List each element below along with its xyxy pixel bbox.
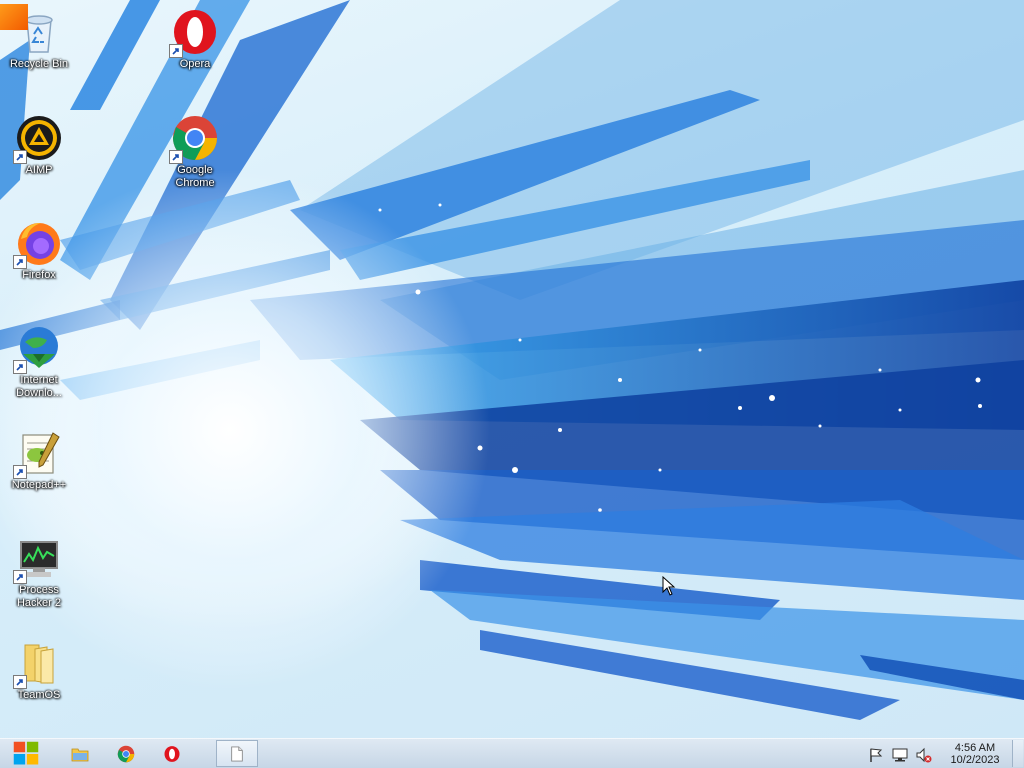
chrome-icon — [117, 745, 135, 763]
network-icon[interactable] — [892, 747, 908, 763]
shortcut-arrow-icon — [169, 150, 183, 164]
desktop-icon-process-hacker[interactable]: Process Hacker 2 — [1, 530, 77, 626]
taskbar: 4:56 AM 10/2/2023 — [0, 738, 1024, 768]
start-button[interactable] — [4, 740, 48, 768]
desktop-icon-label: TeamOS — [17, 689, 61, 701]
desktop-icon-aimp[interactable]: AIMP — [1, 110, 77, 206]
taskbar-pinned-chrome[interactable] — [104, 740, 148, 768]
clock-time: 4:56 AM — [954, 742, 996, 754]
desktop-icon-label: Recycle Bin — [9, 58, 69, 70]
shortcut-arrow-icon — [13, 150, 27, 164]
desktop-icon-label: Firefox — [22, 269, 56, 281]
desktop-icon-label: Notepad++ — [11, 479, 67, 491]
desktop-icon-label: Opera — [179, 58, 211, 70]
desktop-icon-internet-download-manager[interactable]: Internet Downlo... — [1, 320, 77, 416]
desktop[interactable]: Recycle Bin Opera AIMP Google Chrome Fir… — [0, 0, 1024, 738]
wallpaper — [0, 0, 1024, 738]
shortcut-overlay-thumbnail — [0, 4, 28, 30]
taskbar-open-window[interactable] — [216, 740, 258, 767]
clock-date: 10/2/2023 — [950, 754, 1000, 766]
folder-icon — [71, 748, 89, 762]
system-clock[interactable]: 4:56 AM 10/2/2023 — [940, 742, 1010, 766]
volume-muted-icon[interactable] — [916, 747, 932, 763]
blank-document-icon — [231, 745, 243, 762]
shortcut-arrow-icon — [13, 570, 27, 584]
shortcut-arrow-icon — [13, 465, 27, 479]
desktop-icon-label: Internet Downlo... — [16, 374, 62, 399]
desktop-icon-opera[interactable]: Opera — [157, 4, 233, 100]
shortcut-arrow-icon — [13, 255, 27, 269]
show-desktop-button[interactable] — [1012, 740, 1023, 767]
opera-icon — [164, 746, 180, 762]
windows-logo-icon — [13, 741, 39, 765]
desktop-icon-google-chrome[interactable]: Google Chrome — [157, 110, 233, 206]
mouse-cursor-icon — [662, 576, 676, 596]
desktop-icon-label: Google Chrome — [175, 164, 215, 189]
shortcut-arrow-icon — [169, 44, 183, 58]
taskbar-pinned-opera[interactable] — [150, 740, 194, 768]
taskbar-pinned-file-explorer[interactable] — [58, 740, 102, 768]
desktop-icon-teamos[interactable]: TeamOS — [1, 635, 77, 731]
shortcut-arrow-icon — [13, 675, 27, 689]
action-center-flag-icon[interactable] — [868, 747, 884, 763]
desktop-icon-label: AIMP — [25, 164, 53, 176]
desktop-icon-notepad-plus-plus[interactable]: Notepad++ — [1, 425, 77, 521]
shortcut-arrow-icon — [13, 360, 27, 374]
desktop-icon-label: Process Hacker 2 — [16, 584, 62, 609]
desktop-icon-firefox[interactable]: Firefox — [1, 215, 77, 311]
